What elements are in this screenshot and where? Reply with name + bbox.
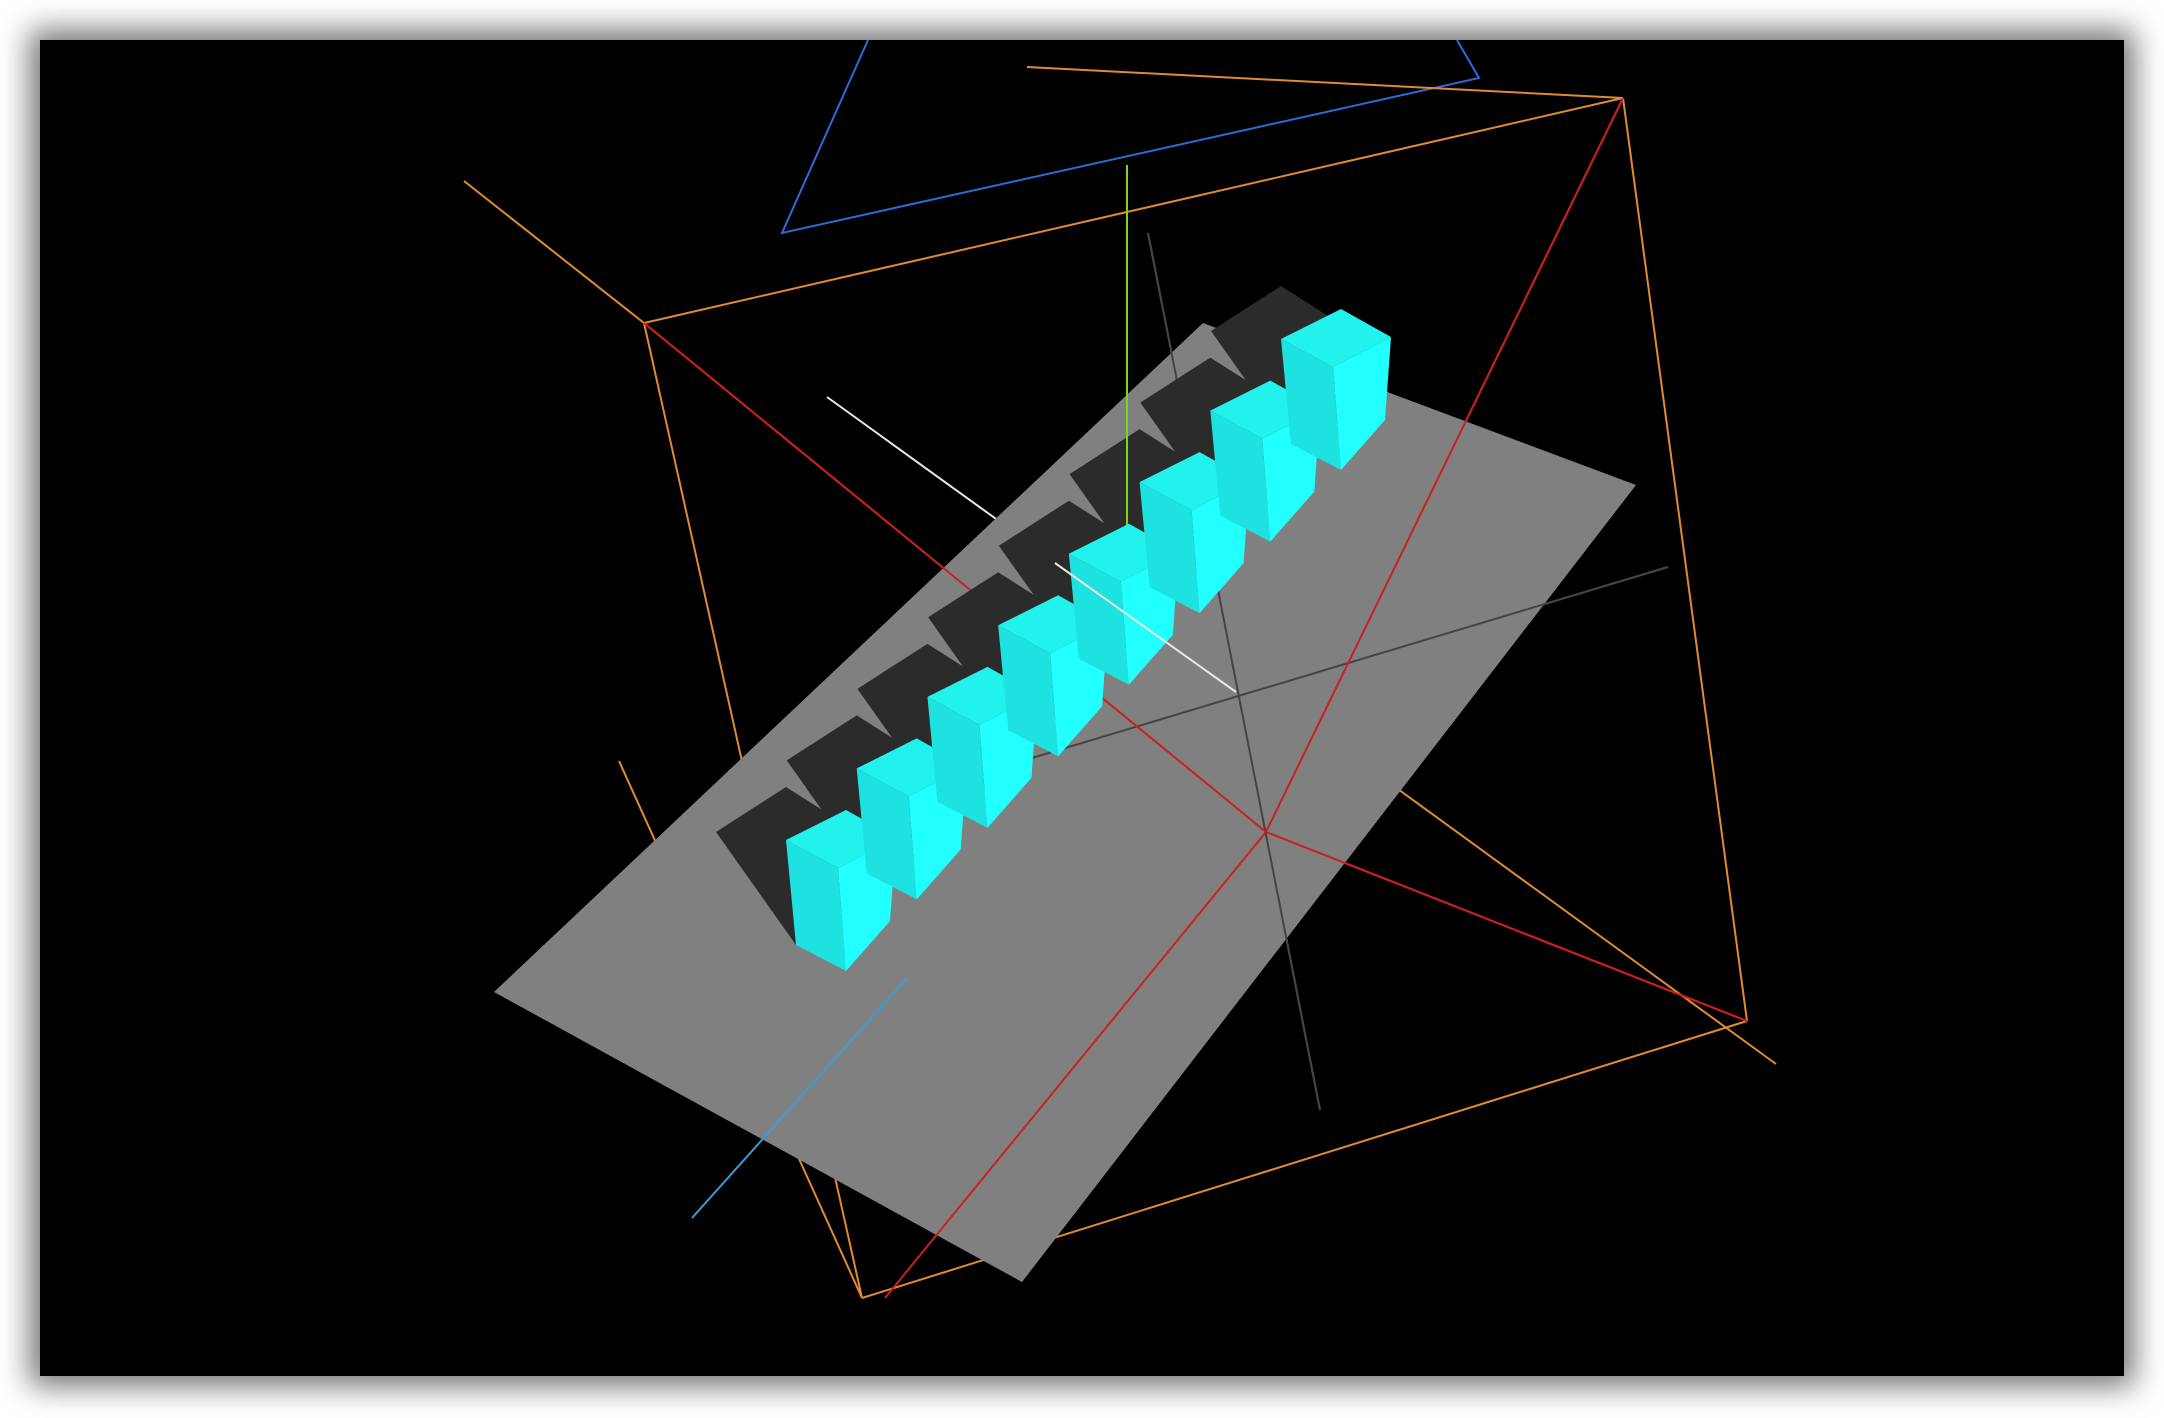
scene-canvas bbox=[463, 40, 1777, 1299]
ground-plane bbox=[494, 323, 1636, 1282]
camera-frustum bbox=[780, 40, 1481, 235]
3d-viewport[interactable] bbox=[40, 40, 2124, 1376]
